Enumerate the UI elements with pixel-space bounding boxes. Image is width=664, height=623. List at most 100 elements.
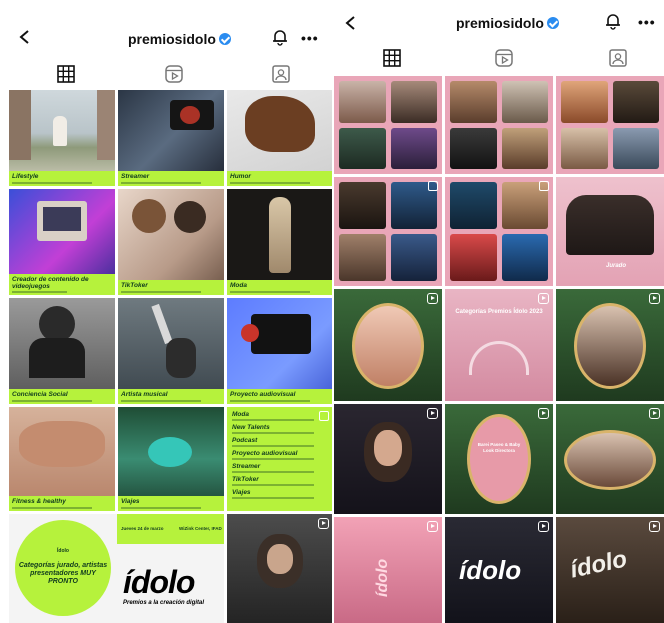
post-moda[interactable]: Moda: [227, 189, 332, 295]
grid-tab-icon[interactable]: [56, 64, 76, 84]
profile-header: premiosidolo •••: [332, 0, 664, 50]
profile-photo: [390, 127, 437, 169]
post-tiktoker[interactable]: TikToker: [118, 189, 224, 295]
torso-shape: [19, 421, 105, 467]
profile-photo: [390, 234, 437, 281]
reel-icon: [649, 293, 660, 304]
caption-band: Fitness & healthy: [9, 496, 115, 511]
post-jurado[interactable]: Jurado: [556, 177, 664, 286]
username-label: premiosidolo: [128, 31, 231, 47]
profile-photo: [339, 127, 386, 169]
reels-tab-icon[interactable]: [494, 48, 514, 68]
promo-circle: Ídolo Categorías jurado, artistas presen…: [15, 520, 111, 616]
post-reel-oval-portrait[interactable]: [556, 404, 664, 514]
profile-photo: [450, 81, 497, 123]
post-videojuegos[interactable]: Creador de contenido de videojuegos: [9, 189, 115, 295]
post-collage[interactable]: [334, 177, 442, 286]
reel-icon: [649, 408, 660, 419]
post-reel-categorias[interactable]: Categorías Premios Ídolo 2023: [445, 289, 553, 401]
raised-arm: [151, 303, 173, 345]
post-collage[interactable]: [556, 76, 664, 174]
verified-badge-icon: [218, 33, 231, 45]
post-humor[interactable]: Humor: [227, 90, 332, 186]
oval-frame: [574, 303, 646, 389]
ídolo-logo: ídolo: [459, 555, 522, 585]
post-reel-interview[interactable]: [334, 404, 442, 514]
person-figure: [53, 116, 67, 146]
profile-photo: [561, 127, 608, 169]
reel-icon: [538, 521, 549, 532]
post-conciencia-social[interactable]: Conciencia Social: [9, 298, 115, 404]
username-label: premiosidolo: [456, 15, 559, 31]
bell-icon[interactable]: [604, 12, 622, 30]
profile-photo: [339, 182, 386, 229]
post-fitness[interactable]: Fitness & healthy: [9, 407, 115, 511]
tagged-tab-icon[interactable]: [271, 64, 291, 84]
post-viajes[interactable]: Viajes: [118, 407, 224, 511]
person-body: [29, 338, 85, 378]
lagoon: [148, 437, 192, 467]
profile-photo: [501, 81, 548, 123]
tagged-tab-icon[interactable]: [608, 48, 628, 68]
post-reel-barei[interactable]: Barei Paseo & Baby Look Directora: [445, 404, 553, 514]
post-collage[interactable]: [334, 76, 442, 174]
reel-icon: [649, 521, 660, 532]
model-figure: [269, 197, 291, 273]
post-reel-oval-portrait[interactable]: [556, 289, 664, 401]
post-reel-oval-portrait[interactable]: [334, 289, 442, 401]
profile-photo: [450, 182, 497, 229]
profile-tabs: [332, 48, 664, 72]
speaker-face: [374, 430, 402, 466]
reel-icon: [427, 293, 438, 304]
post-grid: Jurado Categorías Premios Ídolo 2023 Bar…: [334, 76, 664, 623]
camera-lens: [180, 106, 200, 124]
categorias-title: Categorías Premios Ídolo 2023: [455, 309, 543, 315]
bell-icon[interactable]: [271, 28, 289, 46]
caption-band: Moda: [227, 280, 332, 295]
caption-band: Streamer: [118, 171, 224, 186]
back-arrow-icon[interactable]: [18, 30, 32, 44]
post-artista-musical[interactable]: Artista musical: [118, 298, 224, 404]
post-lifestyle[interactable]: Lifestyle: [9, 90, 115, 186]
singer-figure: [166, 338, 196, 378]
post-collage[interactable]: [445, 76, 553, 174]
reel-icon: [427, 521, 438, 532]
post-category-list[interactable]: Moda New Talents Podcast Proyecto audiov…: [227, 407, 332, 511]
profile-photo: [501, 127, 548, 169]
left-screen: premiosidolo ••• Lifestyle Streamer Humo…: [0, 0, 332, 623]
verified-badge-icon: [546, 17, 559, 29]
curtain: [97, 90, 115, 160]
camera-lens: [241, 324, 259, 342]
more-options-icon[interactable]: •••: [638, 14, 656, 30]
caption-band: Viajes: [118, 496, 224, 511]
ídolo-logo: ídolo: [567, 545, 630, 584]
profile-photo: [561, 81, 608, 123]
person-head: [39, 306, 75, 342]
profile-photo: [612, 81, 659, 123]
reels-tab-icon[interactable]: [164, 64, 184, 84]
caption-band: Conciencia Social: [9, 389, 115, 404]
right-screen: premiosidolo ••• Jurado Categorías Premi…: [332, 0, 664, 623]
multi-post-icon: [539, 181, 549, 191]
grid-tab-icon[interactable]: [382, 48, 402, 68]
back-arrow-icon[interactable]: [344, 16, 358, 30]
profile-photo: [612, 127, 659, 169]
post-promo-ídolo[interactable]: Ídolo Categorías jurado, artistas presen…: [9, 514, 224, 623]
post-proyecto-audiovisual[interactable]: Proyecto audiovisual: [227, 298, 332, 404]
profile-tabs: [0, 64, 332, 88]
profile-photo: [339, 234, 386, 281]
more-options-icon[interactable]: •••: [301, 30, 319, 46]
post-reel-singer[interactable]: [227, 514, 332, 623]
multi-post-icon: [319, 411, 329, 421]
post-reel-logo-stage[interactable]: ídolo: [334, 517, 442, 623]
post-reel-logo-street[interactable]: ídolo: [445, 517, 553, 623]
post-grid: Lifestyle Streamer Humor Creador de cont…: [9, 90, 332, 623]
post-collage[interactable]: [445, 177, 553, 286]
caption-band: Proyecto audiovisual: [227, 389, 332, 404]
post-reel-logo-building[interactable]: ídolo: [556, 517, 664, 623]
person-head: [174, 201, 206, 233]
oval-frame: [467, 414, 531, 504]
post-streamer[interactable]: Streamer: [118, 90, 224, 186]
curtain: [9, 90, 31, 160]
profile-photo: [501, 234, 548, 281]
